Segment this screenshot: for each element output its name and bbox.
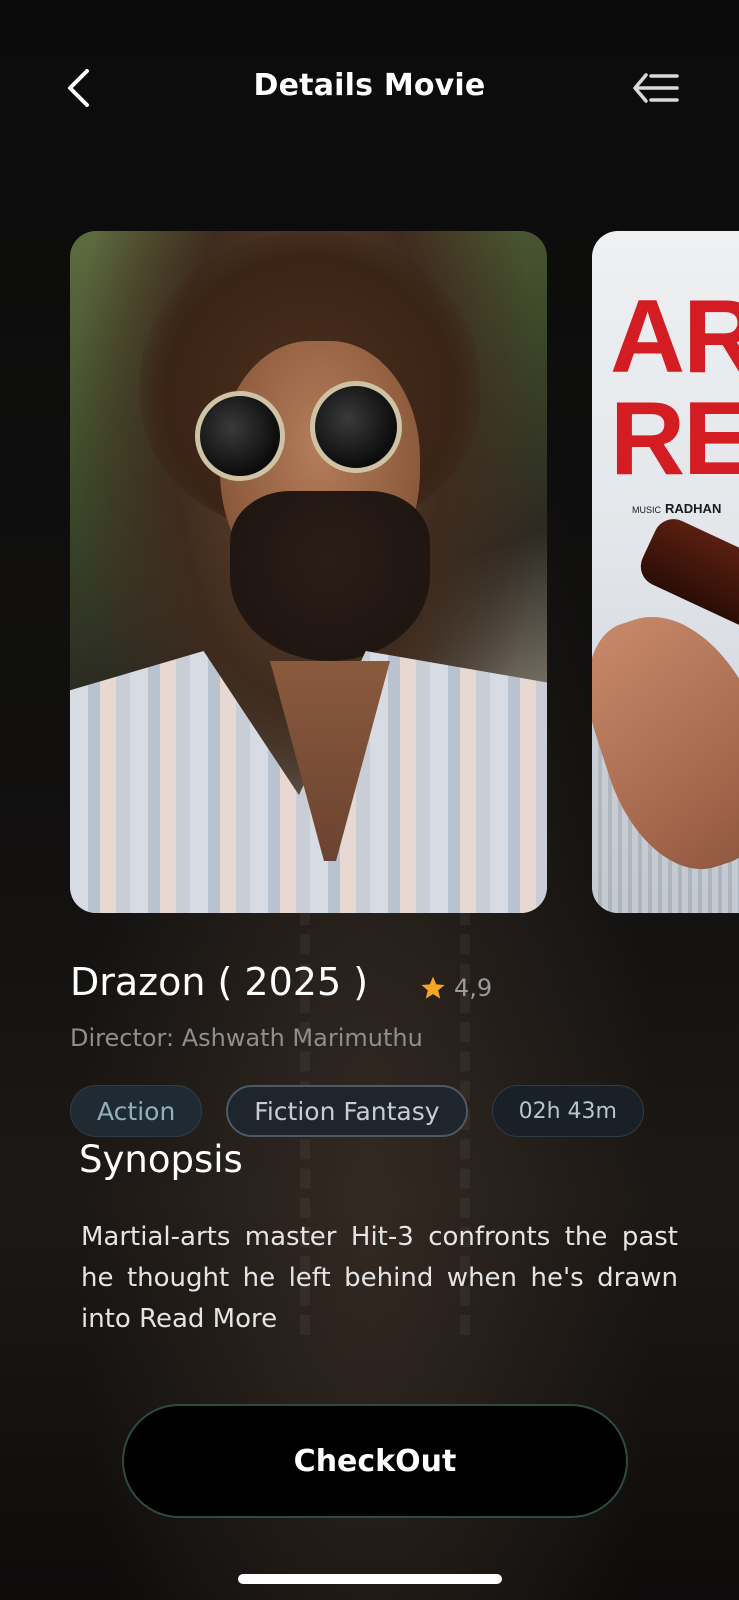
director-label: Director: Ashwath Marimuthu <box>70 1024 423 1052</box>
synopsis-text: Martial-arts master Hit-3 confronts the … <box>81 1217 678 1340</box>
genre-tags: Action Fiction Fantasy 02h 43m <box>70 1085 644 1137</box>
synopsis-heading: Synopsis <box>79 1138 243 1181</box>
home-indicator[interactable] <box>238 1574 502 1584</box>
tag-action[interactable]: Action <box>70 1085 203 1137</box>
tag-fiction-fantasy[interactable]: Fiction Fantasy <box>226 1085 468 1137</box>
read-more-link[interactable]: Read More <box>139 1304 277 1334</box>
poster-sunglass-right <box>310 381 402 473</box>
movie-poster-next[interactable]: AR RE MUSIC RADHAN <box>592 231 739 913</box>
poster-sunglass-left <box>195 391 285 481</box>
tag-duration: 02h 43m <box>491 1085 644 1137</box>
movie-details-screen: Details Movie AR RE MUSIC RADHAN Drazon (… <box>0 0 739 1600</box>
poster-figure-beard <box>230 491 430 661</box>
poster-next-title: AR RE <box>610 279 739 497</box>
rating: 4,9 <box>420 974 492 1002</box>
star-icon <box>421 976 445 999</box>
poster-next-credit: MUSIC RADHAN <box>632 501 721 516</box>
movie-poster-main[interactable] <box>70 231 547 913</box>
rating-value: 4,9 <box>454 974 493 1002</box>
checkout-button[interactable]: CheckOut <box>122 1404 628 1518</box>
poster-next-credit-name: RADHAN <box>665 501 722 516</box>
poster-next-credit-label: MUSIC <box>632 505 661 515</box>
movie-title: Drazon ( 2025 ) <box>70 960 369 1004</box>
menu-arrow-left-icon <box>633 73 679 103</box>
menu-button[interactable] <box>628 66 684 110</box>
